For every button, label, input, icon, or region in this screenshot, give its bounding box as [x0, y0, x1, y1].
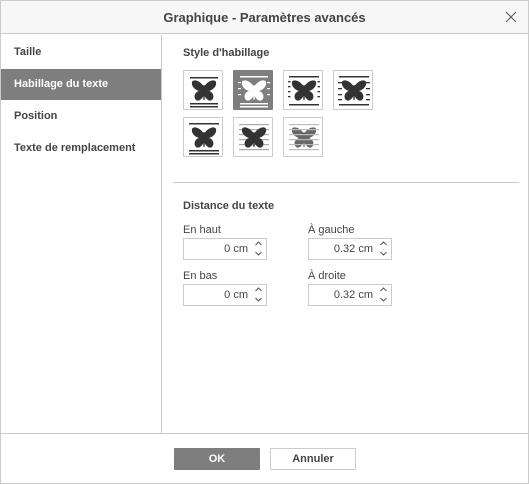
chevron-down-icon[interactable] [250, 295, 266, 305]
sidebar-item-habillage[interactable]: Habillage du texte [1, 69, 161, 100]
sidebar-item-position[interactable]: Position [1, 101, 161, 132]
wrap-through-icon [338, 76, 370, 106]
wrap-style-tight[interactable] [283, 70, 323, 110]
chevron-up-icon[interactable] [250, 285, 266, 295]
chevron-down-icon[interactable] [375, 249, 391, 259]
wrap-inline-icon [190, 77, 218, 108]
distance-top-label: En haut [183, 224, 221, 236]
distance-top-input[interactable] [184, 239, 250, 259]
distance-bottom-input[interactable] [184, 285, 250, 305]
ok-button[interactable]: OK [174, 448, 260, 470]
wrap-tight-icon [288, 76, 320, 106]
distance-right-spinner [308, 284, 392, 306]
sidebar-item-texte-remplacement[interactable]: Texte de remplacement [1, 133, 161, 164]
wrap-style-behind[interactable] [283, 117, 323, 157]
sidebar-item-taille[interactable]: Taille [1, 37, 161, 68]
distance-left-input[interactable] [309, 239, 375, 259]
wrap-top-bottom-icon [189, 123, 219, 155]
dialog-titlebar: Graphique - Paramètres avancés [1, 1, 528, 34]
close-icon[interactable] [504, 10, 518, 24]
chevron-down-icon[interactable] [250, 249, 266, 259]
distance-heading: Distance du texte [183, 200, 275, 212]
cancel-button[interactable]: Annuler [270, 448, 356, 470]
chevron-up-icon[interactable] [375, 239, 391, 249]
distance-left-spinner [308, 238, 392, 260]
distance-bottom-spinner [183, 284, 267, 306]
distance-right-label: À droite [308, 270, 346, 282]
distance-top-spinner [183, 238, 267, 260]
wrap-style-heading: Style d'habillage [183, 47, 270, 59]
dialog-footer: OK Annuler [1, 433, 528, 483]
wrap-style-inline[interactable] [183, 70, 223, 110]
distance-bottom-label: En bas [183, 270, 218, 282]
chevron-up-icon[interactable] [250, 239, 266, 249]
wrap-style-top-bottom[interactable] [183, 117, 223, 157]
distance-right-input[interactable] [309, 285, 375, 305]
dialog-title: Graphique - Paramètres avancés [163, 10, 366, 25]
chevron-down-icon[interactable] [375, 295, 391, 305]
wrap-style-through[interactable] [333, 70, 373, 110]
wrap-behind-icon [289, 124, 319, 151]
chevron-up-icon[interactable] [375, 285, 391, 295]
section-divider [173, 182, 519, 183]
wrap-in-front-icon [239, 124, 269, 151]
wrap-style-in-front[interactable] [233, 117, 273, 157]
wrap-square-icon [238, 76, 270, 108]
settings-content: Style d'habillage Distance du texte En h… [163, 35, 528, 433]
wrap-style-square[interactable] [233, 70, 273, 110]
settings-sidebar: Taille Habillage du texte Position Texte… [1, 35, 162, 433]
distance-left-label: À gauche [308, 224, 355, 236]
advanced-settings-dialog: Graphique - Paramètres avancés Taille Ha… [0, 0, 529, 484]
